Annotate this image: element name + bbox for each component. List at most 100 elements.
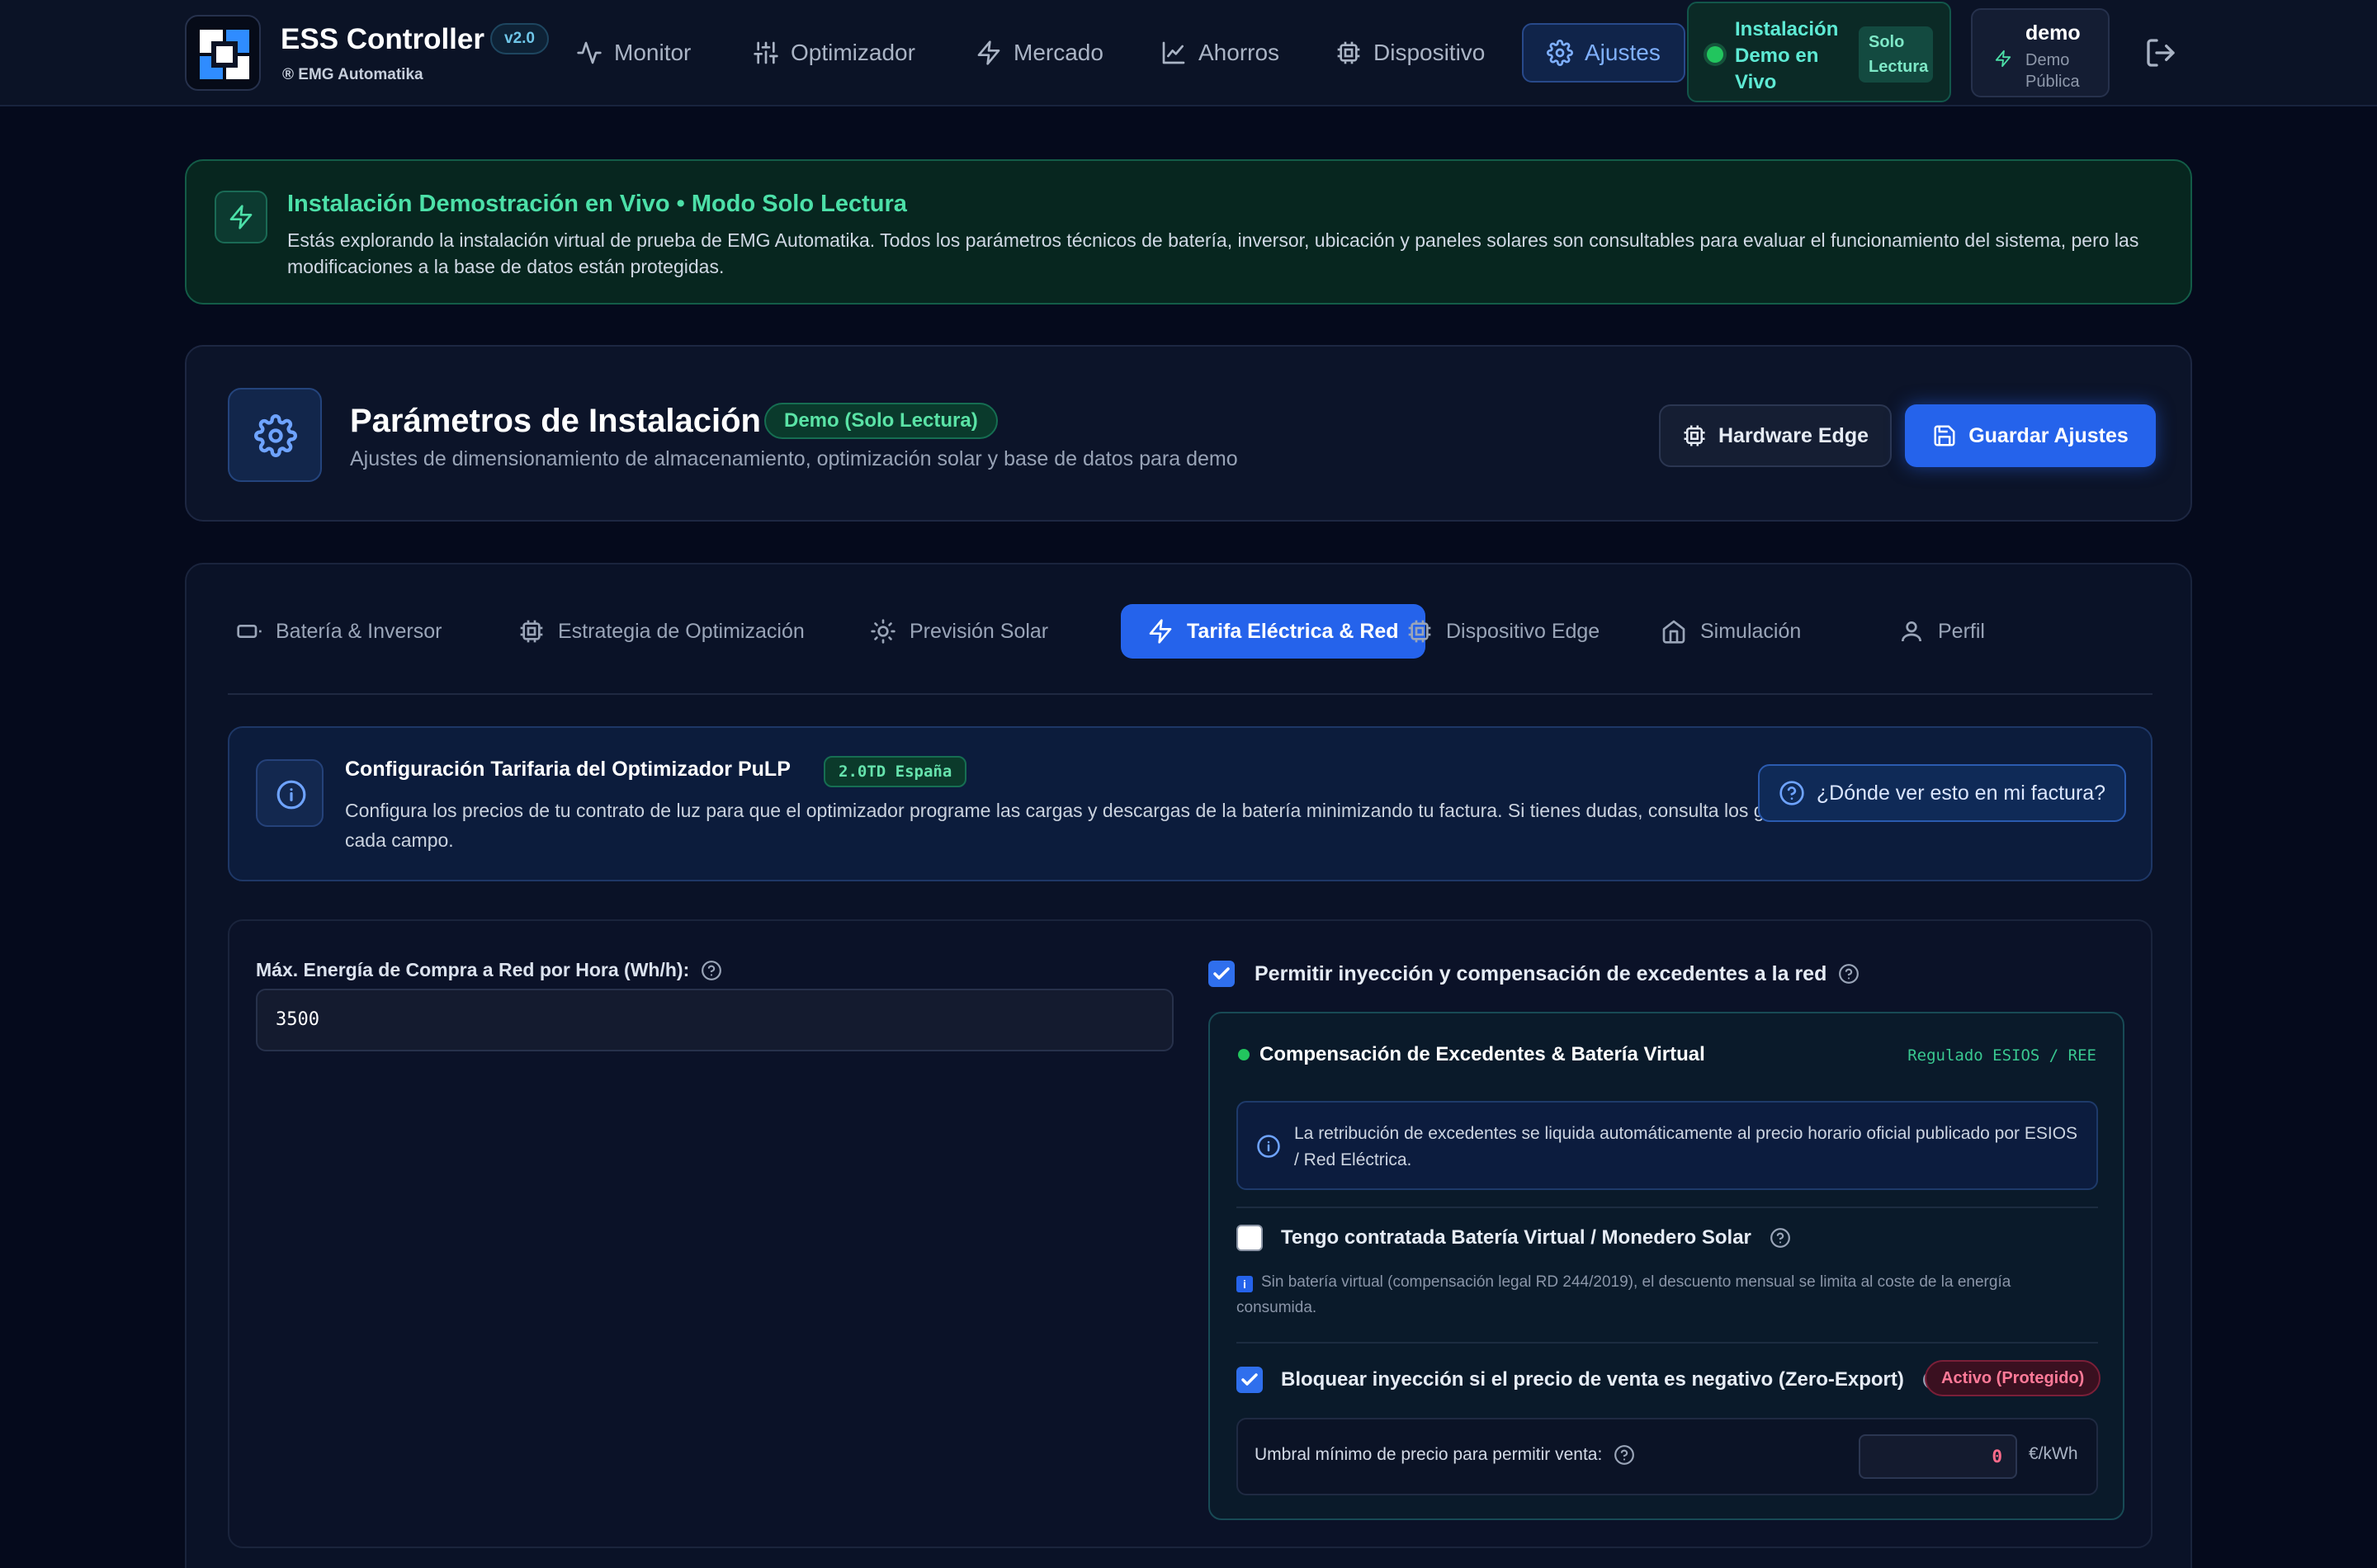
demo-status-pill: Instalación Demo en Vivo Solo Lectura (1687, 2, 1951, 102)
help-circle-icon[interactable] (1770, 1227, 1791, 1249)
compensation-title: Compensación de Excedentes & Batería Vir… (1259, 1043, 1705, 1065)
cpu-icon (520, 620, 543, 643)
demo-badge: Demo (Solo Lectura) (764, 403, 998, 439)
zero-export-label: Bloquear inyección si el precio de venta… (1281, 1368, 1904, 1391)
nav-dispositivo[interactable]: Dispositivo (1326, 23, 1495, 83)
tab-label: Estrategia de Optimización (558, 619, 805, 643)
tab-bateria-inversor[interactable]: Batería & Inversor (228, 604, 450, 659)
zap-icon (977, 40, 1000, 65)
banner-icon-box (215, 191, 267, 243)
sliders-icon (754, 41, 778, 64)
nav-optimizador[interactable]: Optimizador (743, 23, 925, 83)
status-dot (1238, 1049, 1250, 1060)
tab-prevision-solar[interactable]: Previsión Solar (862, 604, 1056, 659)
check-icon (1213, 967, 1230, 980)
user-name: demo (2025, 21, 2081, 45)
battery-icon (237, 625, 262, 638)
read-only-badge: Solo Lectura (1859, 26, 1933, 83)
tab-perfil[interactable]: Perfil (1890, 604, 1993, 659)
tab-label: Tarifa Eléctrica & Red (1187, 619, 1399, 643)
threshold-unit: €/kWh (2029, 1444, 2078, 1463)
banner-description: Estás explorando la instalación virtual … (287, 229, 2139, 277)
save-icon (1934, 425, 1955, 446)
nav-label: Monitor (614, 40, 692, 65)
tariff-badge: 2.0TD España (824, 756, 967, 787)
cpu-icon (1684, 425, 1705, 446)
nav-mercado[interactable]: Mercado (966, 23, 1113, 83)
tab-dispositivo-edge[interactable]: Dispositivo Edge (1398, 604, 1608, 659)
threshold-label-row: Umbral mínimo de precio para permitir ve… (1255, 1444, 1635, 1466)
info-square-icon: i (1236, 1276, 1253, 1292)
help-circle-icon[interactable] (1614, 1444, 1635, 1466)
check-icon (1241, 1373, 1258, 1386)
virtual-battery-row: Tengo contratada Batería Virtual / Moned… (1236, 1225, 1791, 1251)
status-dot (1707, 46, 1723, 63)
home-icon (1662, 620, 1685, 644)
zap-icon (229, 205, 253, 229)
nav-monitor[interactable]: Monitor (566, 23, 701, 83)
nav-label: Dispositivo (1373, 40, 1486, 65)
tab-label: Simulación (1700, 619, 1802, 643)
zero-export-checkbox[interactable] (1236, 1367, 1263, 1393)
tariff-info-title: Configuración Tarifaria del Optimizador … (345, 758, 791, 781)
nav-ajustes[interactable]: Ajustes (1522, 23, 1685, 83)
tab-label: Batería & Inversor (276, 619, 442, 643)
tab-simulacion[interactable]: Simulación (1652, 604, 1809, 659)
compensation-card: Compensación de Excedentes & Batería Vir… (1208, 1012, 2124, 1520)
help-circle-icon[interactable] (701, 960, 722, 981)
banner-title: Instalación Demostración en Vivo • Modo … (287, 191, 907, 217)
zap-icon (1995, 50, 2011, 68)
page-title: Parámetros de Instalación (350, 403, 761, 439)
tariff-desc-part1: Configura los precios de tu contrato de … (345, 800, 1893, 821)
cpu-icon (1408, 620, 1431, 643)
settings-tabs: Batería & Inversor Estrategia de Optimiz… (228, 604, 2153, 695)
virtual-battery-checkbox[interactable] (1236, 1225, 1263, 1251)
tariff-form-card: Máx. Energía de Compra a Red por Hora (W… (228, 919, 2153, 1548)
nav-label: Ahorros (1198, 40, 1280, 65)
nav-label: Mercado (1014, 40, 1103, 65)
tariff-info-description: Configura los precios de tu contrato de … (345, 796, 1971, 855)
threshold-label: Umbral mínimo de precio para permitir ve… (1255, 1445, 1603, 1464)
sun-icon (871, 619, 896, 644)
info-icon (276, 780, 306, 810)
allow-injection-checkbox[interactable] (1208, 961, 1235, 987)
divider (1236, 1207, 2098, 1208)
logo-icon (200, 30, 249, 79)
allow-injection-row: Permitir inyección y compensación de exc… (1208, 961, 1860, 987)
activity-icon (577, 41, 602, 64)
demo-banner: Instalación Demostración en Vivo • Modo … (185, 159, 2192, 305)
chart-line-icon (1162, 41, 1185, 64)
logout-button[interactable] (2144, 36, 2177, 69)
threshold-input[interactable]: 0 (1859, 1434, 2017, 1479)
nav-ahorros[interactable]: Ahorros (1151, 23, 1289, 83)
save-settings-button[interactable]: Guardar Ajustes (1905, 404, 2156, 467)
gear-icon (254, 414, 297, 457)
max-purchase-label-row: Máx. Energía de Compra a Red por Hora (W… (256, 959, 722, 981)
tab-tarifa-electrica-red[interactable]: Tarifa Eléctrica & Red (1121, 604, 1425, 659)
threshold-box: Umbral mínimo de precio para permitir ve… (1236, 1418, 2098, 1495)
help-circle-icon[interactable] (1838, 963, 1860, 985)
tariff-info-card: Configuración Tarifaria del Optimizador … (228, 726, 2153, 881)
user-menu[interactable]: demo Demo Pública (1971, 8, 2110, 97)
hardware-edge-label: Hardware Edge (1718, 423, 1869, 447)
info-icon-box (256, 759, 324, 827)
max-purchase-input[interactable]: 3500 (256, 989, 1174, 1051)
version-badge: v2.0 (490, 23, 549, 54)
max-purchase-label: Máx. Energía de Compra a Red por Hora (W… (256, 959, 690, 980)
nav-label: Ajustes (1585, 40, 1661, 65)
compensation-title-row: Compensación de Excedentes & Batería Vir… (1238, 1043, 1705, 1066)
hardware-edge-button[interactable]: Hardware Edge (1659, 404, 1892, 467)
user-role: Demo Pública (2025, 51, 2080, 91)
app-logo[interactable] (185, 15, 261, 91)
help-circle-icon (1779, 781, 1804, 805)
gear-icon (1547, 40, 1573, 66)
page-subtitle: Ajustes de dimensionamiento de almacenam… (350, 447, 1238, 470)
cpu-icon (1337, 41, 1360, 64)
invoice-help-button[interactable]: ¿Dónde ver esto en mi factura? (1758, 764, 2126, 822)
user-icon (1902, 621, 1921, 642)
tab-label: Dispositivo Edge (1446, 619, 1600, 643)
tab-estrategia-optimizacion[interactable]: Estrategia de Optimización (510, 604, 813, 659)
save-settings-label: Guardar Ajustes (1968, 423, 2129, 447)
app-title: ESS Controller (281, 23, 484, 55)
info-icon (1257, 1135, 1280, 1158)
